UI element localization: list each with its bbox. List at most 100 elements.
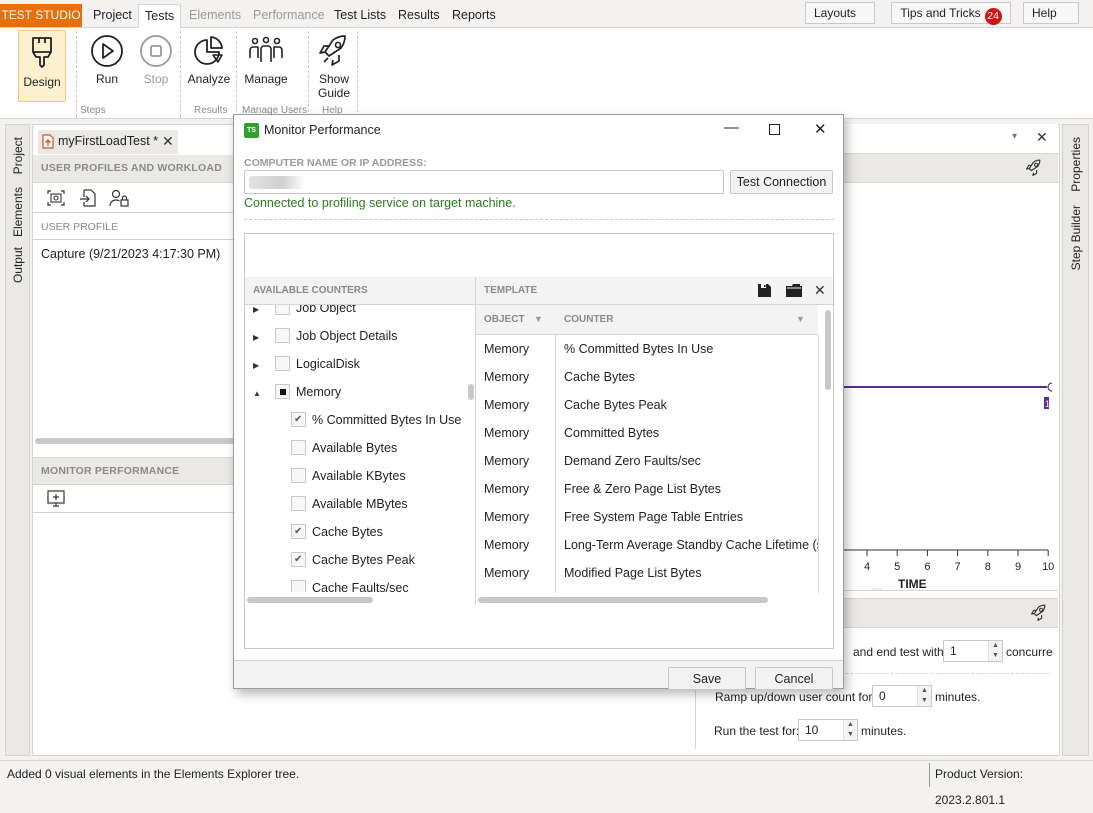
counter-checkbox[interactable] bbox=[291, 518, 306, 546]
side-tab-elements[interactable]: Elements bbox=[11, 187, 25, 237]
rocket-icon[interactable] bbox=[1030, 604, 1048, 622]
close-tab-icon[interactable]: ✕ bbox=[162, 130, 174, 153]
menu-tab-reports[interactable]: Reports bbox=[446, 4, 502, 28]
collapsed-arrow-icon[interactable]: ▶ bbox=[253, 352, 265, 380]
run-duration-value: 10 bbox=[805, 723, 819, 737]
document-tab[interactable]: myFirstLoadTest * ✕ bbox=[38, 130, 178, 154]
rocket-icon[interactable] bbox=[1025, 159, 1043, 177]
open-template-icon[interactable] bbox=[786, 283, 802, 297]
monitor-add-icon[interactable] bbox=[47, 490, 65, 508]
counter-checkbox[interactable] bbox=[291, 440, 306, 455]
menu-tab-performance[interactable]: Performance bbox=[247, 4, 331, 28]
template-row[interactable]: Memory Committed Bytes bbox=[476, 419, 818, 447]
counter-tree-item[interactable]: ▶ LogicalDisk bbox=[245, 350, 475, 378]
template-grid: Memory % Committed Bytes In Use Memory Cach… bbox=[476, 335, 818, 593]
manage-button[interactable]: Manage bbox=[242, 30, 290, 102]
menu-tab-test-lists[interactable]: Test Lists bbox=[328, 4, 392, 28]
grid-horizontal-scrollbar[interactable] bbox=[478, 597, 768, 603]
grid-vertical-scrollbar[interactable] bbox=[825, 310, 831, 390]
layouts-dropdown[interactable]: Layouts▼ bbox=[805, 2, 875, 39]
template-row[interactable]: Memory Free System Page Table Entries bbox=[476, 503, 818, 531]
tree-horizontal-scrollbar[interactable] bbox=[247, 597, 373, 603]
counter-checkbox[interactable] bbox=[291, 546, 306, 574]
clear-template-icon[interactable]: ✕ bbox=[814, 277, 826, 304]
counter-tree-item[interactable]: Cache Bytes Peak bbox=[245, 546, 475, 574]
run-button[interactable]: Run bbox=[87, 30, 127, 102]
design-button[interactable]: Design bbox=[18, 30, 66, 102]
import-icon[interactable] bbox=[79, 189, 97, 207]
counter-checkbox[interactable] bbox=[275, 328, 290, 343]
filter-object-icon[interactable]: ▼ bbox=[534, 305, 543, 334]
counter-tree-item[interactable]: Cache Faults/sec bbox=[245, 574, 475, 592]
template-row[interactable]: Memory Modified Page List Bytes bbox=[476, 559, 818, 587]
filter-counter-icon[interactable]: ▼ bbox=[796, 305, 805, 334]
show-guide-button[interactable]: Show Guide bbox=[314, 30, 354, 102]
counter-tree-item[interactable]: Available KBytes bbox=[245, 462, 475, 490]
spinner-arrows-icon[interactable]: ▲ ▼ bbox=[917, 686, 931, 706]
template-row[interactable]: Memory Demand Zero Faults/sec bbox=[476, 447, 818, 475]
counter-tree-item[interactable]: ▶ Job Object bbox=[245, 305, 475, 322]
counter-tree-item[interactable]: % Committed Bytes In Use bbox=[245, 406, 475, 434]
tips-and-tricks-button[interactable]: Tips and Tricks 24 bbox=[891, 2, 1011, 25]
run-duration-spinner[interactable]: 10 ▲ ▼ bbox=[798, 719, 858, 741]
counter-checkbox[interactable] bbox=[275, 356, 290, 371]
user-profile-row[interactable]: Capture (9/21/2023 4:17:30 PM) bbox=[41, 247, 220, 261]
counter-checkbox[interactable] bbox=[291, 406, 306, 434]
user-lock-icon[interactable] bbox=[109, 189, 129, 207]
group-label-results: Results bbox=[194, 105, 228, 116]
maximize-icon[interactable] bbox=[769, 124, 780, 135]
counter-checkbox[interactable] bbox=[291, 580, 306, 592]
counter-checkbox[interactable] bbox=[275, 384, 290, 399]
template-row[interactable]: Memory Cache Bytes bbox=[476, 363, 818, 391]
counter-checkbox[interactable] bbox=[291, 496, 306, 511]
panel-menu-icon[interactable]: ▾ bbox=[1012, 131, 1017, 142]
analyze-label: Analyze bbox=[187, 72, 231, 86]
spinner-arrows-icon[interactable]: ▲ ▼ bbox=[988, 641, 1002, 661]
template-row[interactable]: Memory Free & Zero Page List Bytes bbox=[476, 475, 818, 503]
capture-icon[interactable] bbox=[47, 190, 65, 206]
save-button[interactable]: Save bbox=[668, 667, 746, 690]
save-template-icon[interactable] bbox=[758, 284, 771, 297]
test-connection-button[interactable]: Test Connection bbox=[730, 170, 833, 194]
spinner-arrows-icon[interactable]: ▲ ▼ bbox=[843, 720, 857, 740]
template-row[interactable]: Memory Long-Term Average Standby Cache Li… bbox=[476, 531, 818, 559]
tree-vertical-scrollbar[interactable] bbox=[468, 384, 474, 400]
side-tab-output[interactable]: Output bbox=[11, 247, 25, 283]
side-tab-properties[interactable]: Properties bbox=[1069, 137, 1083, 192]
counter-checkbox[interactable] bbox=[275, 305, 290, 315]
counter-tree-item[interactable]: ▶ Job Object Details bbox=[245, 322, 475, 350]
counter-tree-item[interactable]: Cache Bytes bbox=[245, 518, 475, 546]
collapsed-arrow-icon[interactable]: ▶ bbox=[253, 324, 265, 352]
menu-tab-tests[interactable]: Tests bbox=[138, 4, 182, 28]
expanded-arrow-icon[interactable]: ▲ bbox=[253, 380, 265, 408]
column-header-counter[interactable]: COUNTER bbox=[564, 305, 613, 334]
minimize-icon[interactable]: — bbox=[724, 119, 739, 136]
stop-icon bbox=[140, 35, 172, 67]
analyze-button[interactable]: Analyze bbox=[186, 30, 232, 102]
app-brand[interactable]: TEST STUDIO bbox=[0, 4, 82, 27]
counter-checkbox[interactable] bbox=[291, 468, 306, 483]
side-tab-project[interactable]: Project bbox=[11, 137, 25, 174]
template-row[interactable]: Memory % Committed Bytes In Use bbox=[476, 335, 818, 363]
stop-button[interactable]: Stop bbox=[136, 30, 176, 102]
side-tab-step-builder[interactable]: Step Builder bbox=[1069, 205, 1083, 270]
counter-tree-item[interactable]: Available Bytes bbox=[245, 434, 475, 462]
close-dialog-icon[interactable]: ✕ bbox=[814, 120, 827, 138]
counter-tree-item[interactable]: ▲ Memory bbox=[245, 378, 475, 406]
menu-tab-elements[interactable]: Elements bbox=[183, 4, 247, 28]
profiles-horizontal-scrollbar[interactable] bbox=[35, 438, 235, 444]
x-tick-label: 10 bbox=[1042, 561, 1054, 573]
close-panel-icon[interactable]: ✕ bbox=[1036, 129, 1048, 146]
menu-tab-project[interactable]: Project bbox=[87, 4, 138, 28]
cancel-button[interactable]: Cancel bbox=[755, 667, 833, 690]
menu-tab-results[interactable]: Results bbox=[392, 4, 446, 28]
counter-tree-item[interactable]: Available MBytes bbox=[245, 490, 475, 518]
template-row[interactable]: Memory Cache Bytes Peak bbox=[476, 391, 818, 419]
help-dropdown[interactable]: Help▼ bbox=[1023, 2, 1079, 39]
computer-name-input[interactable] bbox=[244, 170, 724, 194]
ramp-spinner[interactable]: 0 ▲ ▼ bbox=[872, 685, 932, 707]
x-axis-ticks: 4 5 6 7 8 9 10 bbox=[864, 550, 1054, 573]
splitter[interactable]: ▫▫▫ bbox=[840, 587, 1058, 599]
end-users-spinner[interactable]: 1 ▲ ▼ bbox=[943, 640, 1003, 662]
column-header-object[interactable]: OBJECT bbox=[484, 314, 525, 325]
